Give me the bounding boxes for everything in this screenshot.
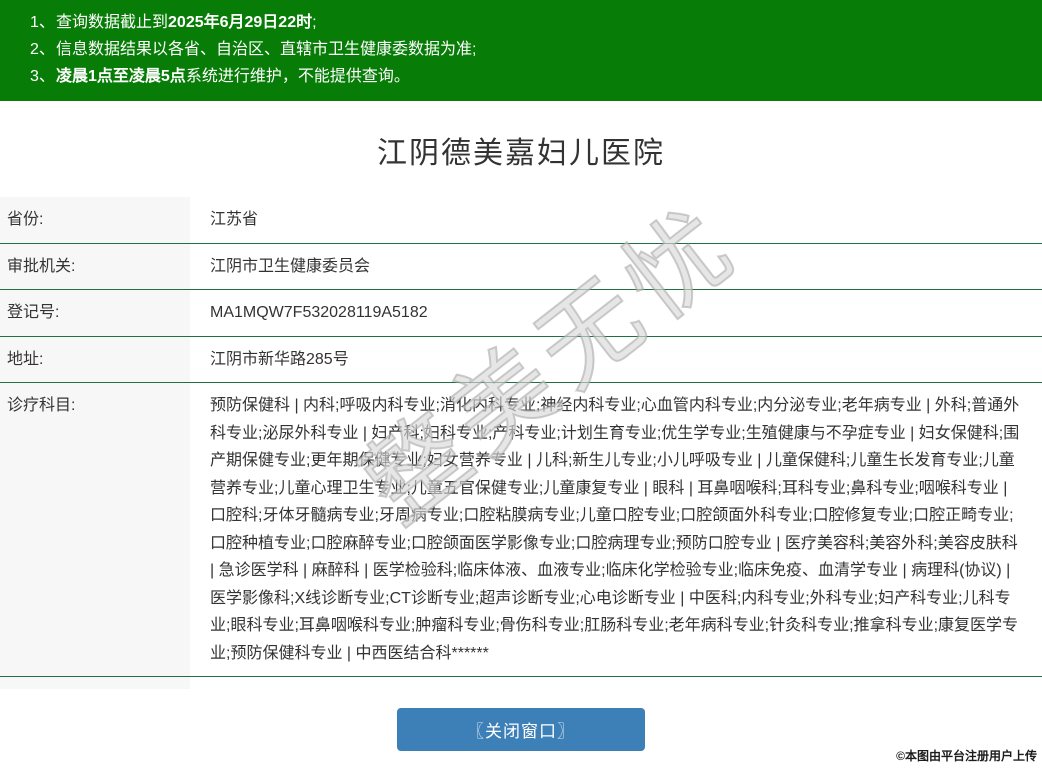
notice-item-1: 1、查询数据截止到2025年6月29日22时; [30,9,1032,36]
notice-number: 1、 [30,14,55,31]
notice-item-2: 2、信息数据结果以各省、自治区、直辖市卫生健康委数据为准; [30,36,1032,63]
notice-text: 信息数据结果以各省、自治区、直辖市卫生健康委数据为准; [56,41,477,58]
field-label-departments: 诊疗科目: [0,382,190,677]
table-row-address: 地址: 江阴市新华路285号 [0,336,1042,383]
field-value-departments: 预防保健科 | 内科;呼吸内科专业;消化内科专业;神经内科专业;心血管内科专业;… [210,397,1020,662]
field-value-approval-authority: 江阴市卫生健康委员会 [210,257,371,275]
hospital-info-table: 省份: 江苏省 审批机关: 江阴市卫生健康委员会 登记号: MA1MQW7F53… [0,197,1042,677]
notice-text-bold: 2025年6月29日22时 [168,14,313,31]
notice-banner: 1、查询数据截止到2025年6月29日22时; 2、信息数据结果以各省、自治区、… [0,0,1042,101]
notice-number: 3、 [30,68,55,85]
notice-text: 查询数据截止到 [56,14,169,31]
table-row-province: 省份: 江苏省 [0,197,1042,243]
notice-number: 2、 [30,41,55,58]
field-label-registration-number: 登记号: [0,289,190,336]
field-value-address: 江阴市新华路285号 [210,350,349,368]
table-row-registration-number: 登记号: MA1MQW7F532028119A5182 [0,289,1042,336]
field-label-province: 省份: [0,197,190,243]
label-column-tail [0,677,190,689]
notice-text-bold: 凌晨1点至凌晨5点 [56,68,186,85]
hospital-name-title: 江阴德美嘉妇儿医院 [377,137,665,170]
field-value-registration-number: MA1MQW7F532028119A5182 [210,304,428,321]
notice-list: 1、查询数据截止到2025年6月29日22时; 2、信息数据结果以各省、自治区、… [0,9,1042,90]
image-credit-watermark: ©本图由平台注册用户上传 [896,749,1037,763]
notice-text: ; [312,14,317,31]
field-label-approval-authority: 审批机关: [0,243,190,290]
close-window-button[interactable]: 〖关闭窗口〗 [397,708,645,751]
notice-text: 系统进行维护，不能提供查询。 [185,68,410,85]
button-row: 〖关闭窗口〗 [0,708,1042,751]
table-row-approval-authority: 审批机关: 江阴市卫生健康委员会 [0,243,1042,290]
table-row-departments: 诊疗科目: 预防保健科 | 内科;呼吸内科专业;消化内科专业;神经内科专业;心血… [0,382,1042,677]
field-label-address: 地址: [0,336,190,383]
notice-item-3: 3、凌晨1点至凌晨5点系统进行维护，不能提供查询。 [30,63,1032,90]
field-value-province: 江苏省 [210,211,259,228]
